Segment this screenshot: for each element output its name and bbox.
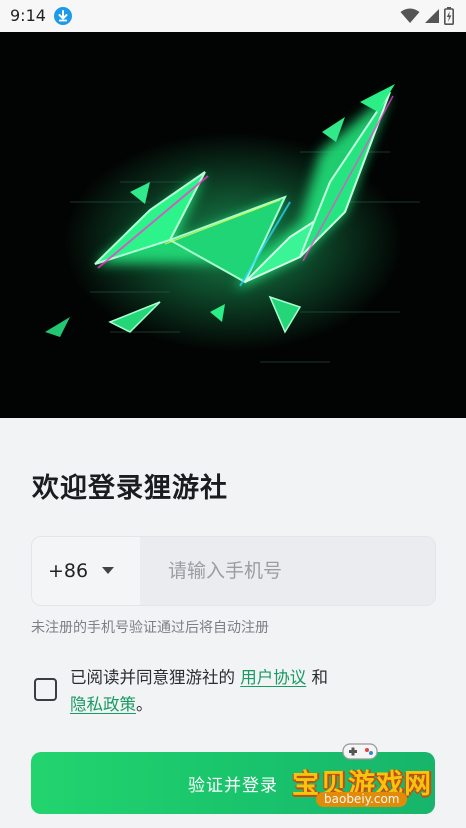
watermark: 宝贝游戏网 baobeiy.com [286, 738, 446, 814]
agreement-prefix: 已阅读并同意狸游社的 [70, 668, 241, 687]
gamepad-icon [342, 743, 378, 760]
register-hint: 未注册的手机号验证通过后将自动注册 [31, 620, 269, 636]
phone-input[interactable] [140, 537, 435, 605]
privacy-policy-link[interactable]: 隐私政策 [70, 695, 136, 714]
download-icon [54, 7, 72, 25]
agreement-and: 和 [306, 668, 328, 687]
country-code-selector[interactable]: +86 [32, 537, 140, 605]
wifi-icon [400, 8, 420, 23]
page-title: 欢迎登录狸游社 [32, 473, 228, 504]
neon-shards-artwork [45, 84, 420, 363]
watermark-url: baobeiy.com [316, 792, 408, 807]
agreement-text: 已阅读并同意狸游社的 用户协议 和 隐私政策。 [70, 664, 410, 718]
agreement-suffix: 。 [136, 695, 153, 714]
status-icons [400, 7, 454, 25]
verify-login-label: 验证并登录 [188, 775, 278, 796]
hero-banner [0, 32, 466, 418]
cellular-icon [425, 9, 439, 23]
phone-field-group: +86 [31, 536, 436, 606]
status-bar: 9:14 [0, 0, 466, 32]
agreement-checkbox[interactable] [34, 678, 57, 701]
caret-down-icon [102, 567, 114, 574]
user-agreement-link[interactable]: 用户协议 [240, 668, 306, 687]
status-time: 9:14 [10, 6, 46, 25]
country-code-label: +86 [48, 560, 89, 582]
battery-icon [444, 7, 454, 25]
